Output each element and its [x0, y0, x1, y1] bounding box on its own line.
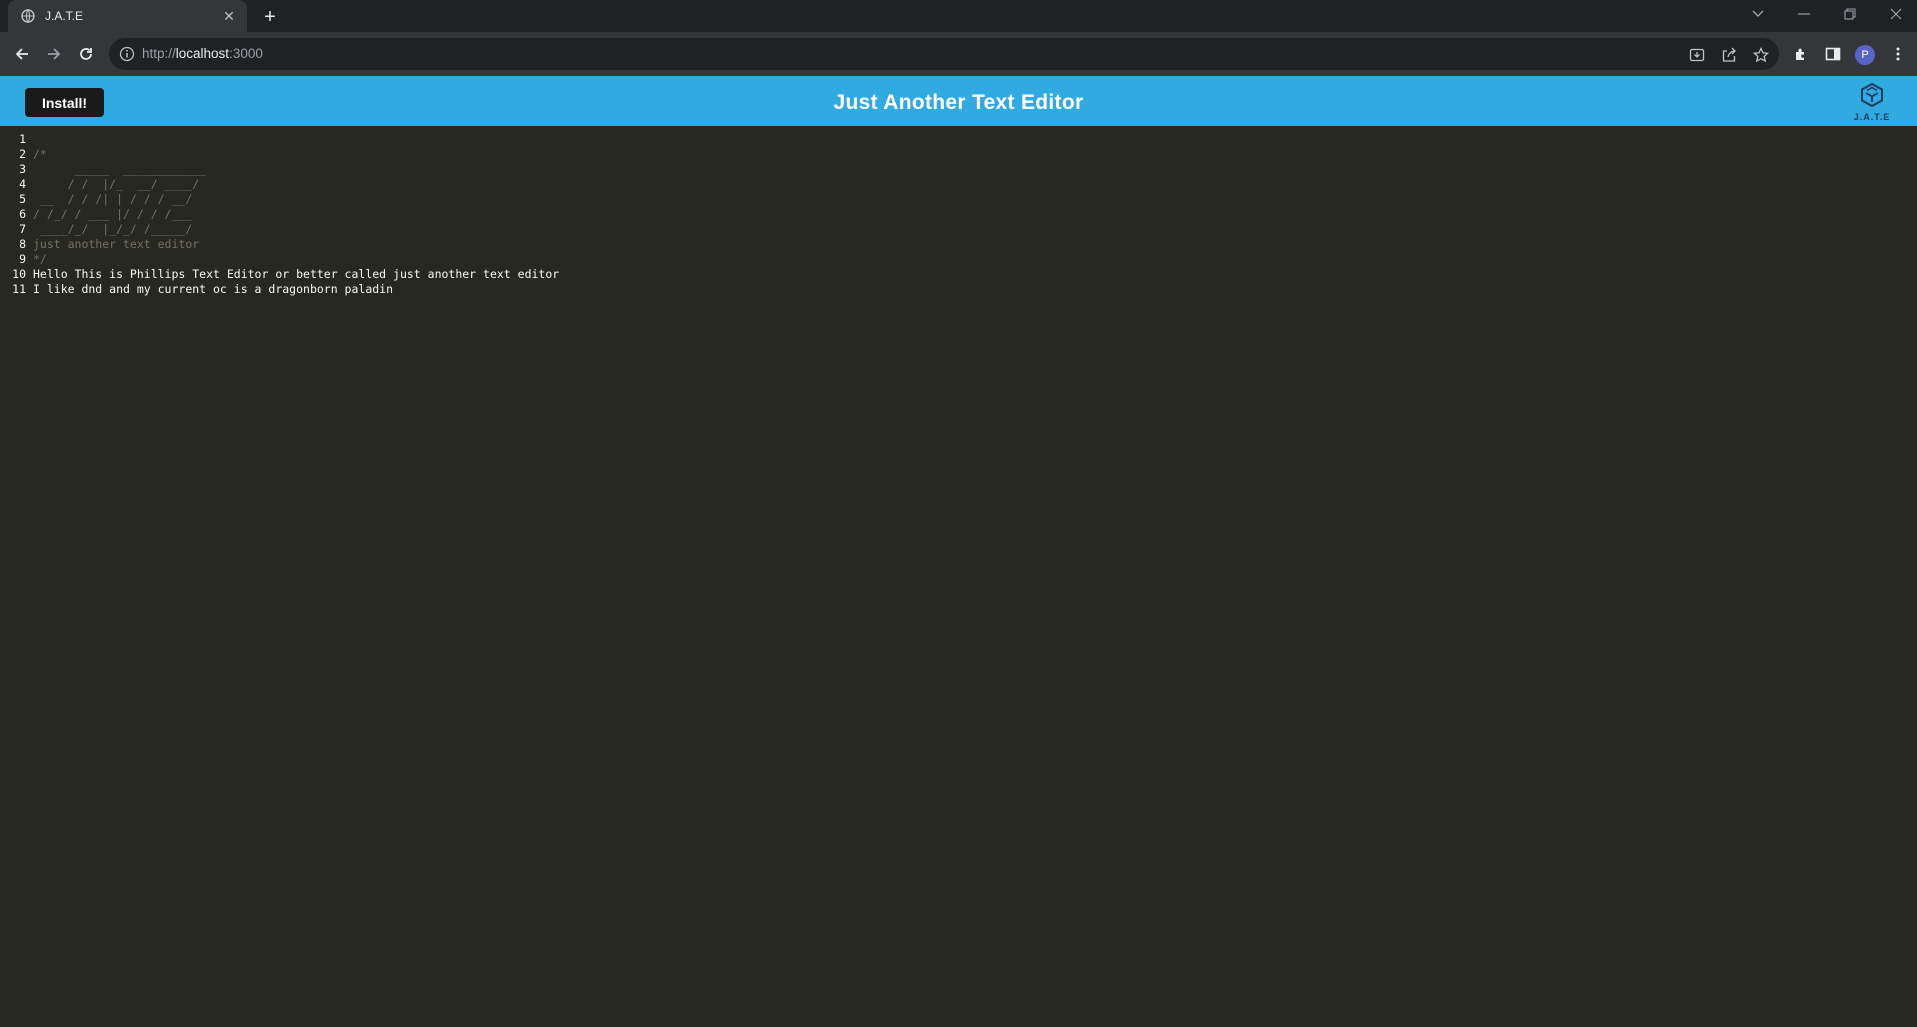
line-text[interactable]: / /_/ / ___ |/ / / /___ — [33, 207, 192, 222]
browser-tabstrip: J.A.T.E ✕ + — [0, 0, 1917, 32]
kebab-menu-icon[interactable] — [1886, 42, 1910, 66]
line-text[interactable]: Hello This is Phillips Text Editor or be… — [33, 267, 559, 282]
install-app-icon[interactable] — [1688, 46, 1706, 64]
logo-icon — [1861, 82, 1883, 108]
url-text: http://localhost:3000 — [142, 46, 263, 61]
line-text[interactable]: I like dnd and my current oc is a dragon… — [33, 282, 393, 297]
line-text[interactable]: / / |/_ __/ ____/ — [33, 177, 200, 192]
install-button[interactable]: Install! — [25, 88, 104, 117]
share-icon[interactable] — [1720, 46, 1738, 64]
jate-logo: J.A.T.E — [1848, 82, 1896, 124]
info-icon[interactable] — [119, 46, 135, 62]
new-tab-icon[interactable]: + — [258, 6, 282, 28]
profile-avatar[interactable]: P — [1855, 45, 1875, 65]
line-number: 11 — [12, 282, 26, 296]
line-number: 3 — [19, 162, 26, 176]
line-text[interactable]: */ — [33, 252, 47, 267]
line-number: 9 — [19, 252, 26, 266]
tab-search-icon[interactable] — [1738, 0, 1778, 28]
close-tab-icon[interactable]: ✕ — [219, 6, 239, 26]
restore-icon[interactable] — [1830, 0, 1870, 28]
app-title: Just Another Text Editor — [833, 91, 1084, 114]
line-number: 1 — [19, 132, 26, 146]
address-bar[interactable]: http://localhost:3000 — [109, 38, 1779, 70]
app-header: Just Another Text Editor Install! J.A.T.… — [0, 76, 1917, 126]
line-text[interactable]: ____/_/ |_/_/ /_____/ — [33, 222, 192, 237]
close-window-icon[interactable] — [1876, 0, 1916, 28]
side-panel-icon[interactable] — [1821, 42, 1845, 66]
back-icon[interactable] — [8, 40, 36, 68]
line-text[interactable]: just another text editor — [33, 237, 199, 252]
bookmark-star-icon[interactable] — [1752, 46, 1770, 64]
browser-tab[interactable]: J.A.T.E ✕ — [8, 0, 247, 32]
reload-icon[interactable] — [72, 40, 100, 68]
browser-toolbar: http://localhost:3000 P — [0, 32, 1917, 76]
line-number: 10 — [12, 267, 26, 281]
minimize-icon[interactable] — [1784, 0, 1824, 28]
line-text[interactable]: __ / / /| | / / / __/ — [33, 192, 192, 207]
line-number: 5 — [19, 192, 26, 206]
line-number: 6 — [19, 207, 26, 221]
globe-icon — [21, 9, 35, 23]
line-text[interactable]: /* — [33, 147, 47, 162]
tab-title: J.A.T.E — [45, 9, 84, 23]
code-editor[interactable]: 1 2 /* 3 _____ ____________ 4 / / |/_ __/ __… — [0, 126, 1917, 1027]
extensions-icon[interactable] — [1789, 42, 1813, 66]
line-number: 4 — [19, 177, 26, 191]
line-text[interactable]: _____ ____________ — [33, 162, 207, 177]
line-number: 7 — [19, 222, 26, 236]
line-number: 2 — [19, 147, 26, 161]
logo-text: J.A.T.E — [1853, 112, 1891, 122]
forward-icon[interactable] — [40, 40, 68, 68]
line-number: 8 — [19, 237, 26, 251]
